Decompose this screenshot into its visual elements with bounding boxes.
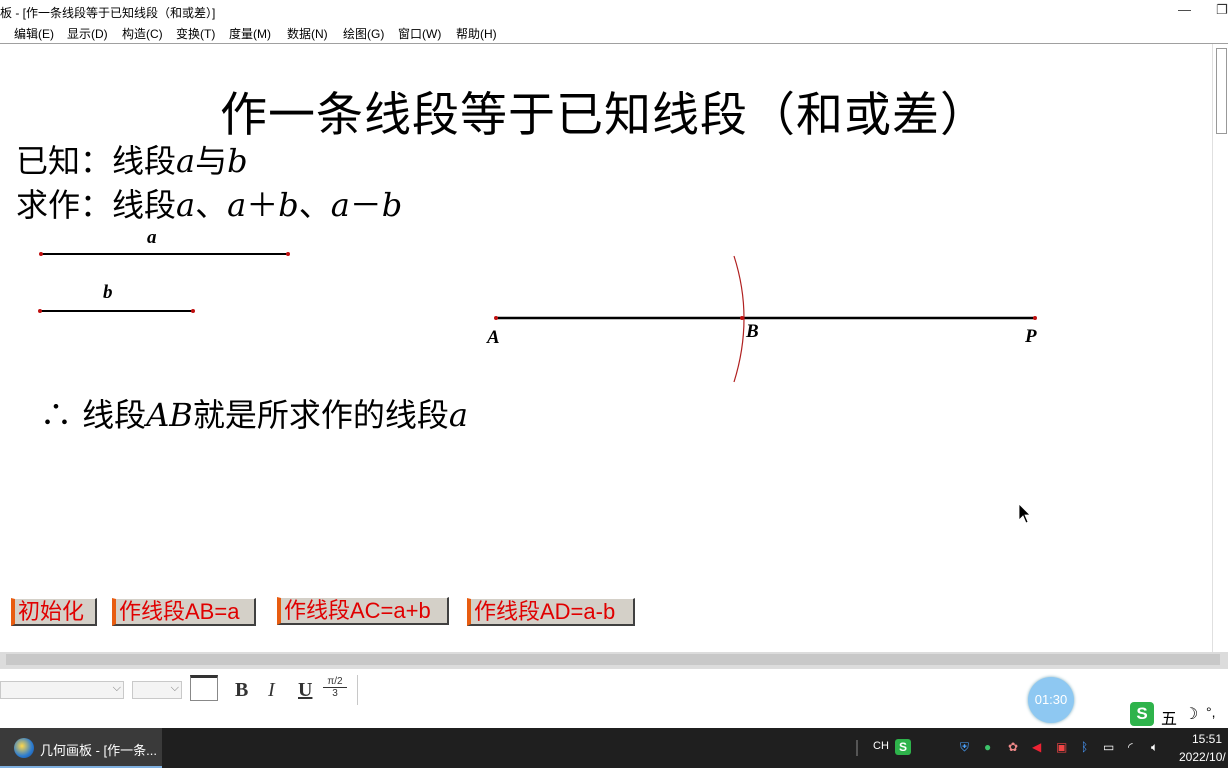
clock-date[interactable]: 2022/10/ <box>1179 750 1226 764</box>
segment-a-start-point[interactable] <box>39 252 43 256</box>
ime-mode[interactable]: 五 <box>1161 705 1177 729</box>
font-family-select[interactable]: ⌵ <box>0 681 124 699</box>
recording-timer[interactable]: 01:30 <box>1028 677 1074 723</box>
sketchpad-app-icon <box>14 738 34 758</box>
taskbar-app-label: 几何画板 - [作一条... <box>40 743 158 758</box>
screen-record-icon[interactable]: ▣ <box>1056 740 1067 754</box>
construct-ab-button[interactable]: 作线段AB=a <box>112 598 256 626</box>
bluetooth-icon[interactable]: ᛒ <box>1081 740 1088 754</box>
point-b[interactable] <box>740 316 744 320</box>
construct-ac-button[interactable]: 作线段AC=a+b <box>277 597 449 625</box>
point-p[interactable] <box>1033 316 1037 320</box>
language-indicator[interactable]: CH <box>873 740 889 752</box>
sogou-ime-icon[interactable]: S <box>1130 702 1154 726</box>
label-point-a: A <box>487 327 500 348</box>
battery-icon[interactable]: ▭ <box>1103 740 1114 754</box>
font-size-select[interactable]: ⌵ <box>132 681 182 699</box>
speaker-icon[interactable]: 🔈︎ <box>1151 740 1158 755</box>
math-bottom: 3 <box>332 688 338 699</box>
chevron-down-icon: ⌵ <box>170 682 179 694</box>
italic-button[interactable]: I <box>268 679 275 702</box>
chevron-down-icon: ⌵ <box>112 682 121 694</box>
ime-moon-icon[interactable]: ☽ <box>1184 704 1198 724</box>
point-a[interactable] <box>494 316 498 320</box>
label-point-b: B <box>746 321 759 342</box>
ime-punct[interactable]: °, <box>1206 704 1216 720</box>
math-top: π/2 <box>323 676 347 688</box>
taskbar: 几何画板 - [作一条... CH S ⛨ ● ✿ ◀ ▣ ᛒ ▭ ◜ 🔈︎ 1… <box>0 728 1228 768</box>
wifi-icon[interactable]: ◜ <box>1128 740 1133 754</box>
underline-button[interactable]: U <box>298 679 312 702</box>
vertical-scroll-thumb[interactable] <box>1216 48 1227 134</box>
construct-ad-button[interactable]: 作线段AD=a-b <box>467 598 635 626</box>
sogou-tray-icon[interactable]: S <box>895 739 911 755</box>
color-picker-button[interactable] <box>190 675 218 701</box>
tray-divider <box>856 740 858 756</box>
label-a: a <box>147 227 157 248</box>
label-b: b <box>103 282 113 303</box>
horizontal-scroll-thumb[interactable] <box>6 654 1220 665</box>
init-button[interactable]: 初始化 <box>11 598 97 626</box>
mute-volume-icon[interactable]: ◀ <box>1032 740 1041 754</box>
math-format-button[interactable]: π/2 3 <box>323 676 347 699</box>
label-point-p: P <box>1025 326 1037 347</box>
clock-time[interactable]: 15:51 <box>1192 732 1222 746</box>
segment-b-start-point[interactable] <box>38 309 42 313</box>
toolbar-divider <box>357 675 358 705</box>
taskbar-app-sketchpad[interactable]: 几何画板 - [作一条... <box>0 728 162 768</box>
segment-b-end-point[interactable] <box>191 309 195 313</box>
horizontal-scrollbar[interactable] <box>0 652 1228 668</box>
bold-button[interactable]: B <box>235 679 248 702</box>
segment-a-end-point[interactable] <box>286 252 290 256</box>
app-tray-icon[interactable]: ✿ <box>1008 740 1018 754</box>
mouse-cursor-icon <box>1018 503 1031 524</box>
wechat-icon[interactable]: ● <box>984 740 991 754</box>
vertical-scrollbar[interactable] <box>1212 44 1228 652</box>
security-shield-icon[interactable]: ⛨ <box>960 740 969 755</box>
ime-toolbar: S 五 ☽ °, <box>1128 700 1228 728</box>
